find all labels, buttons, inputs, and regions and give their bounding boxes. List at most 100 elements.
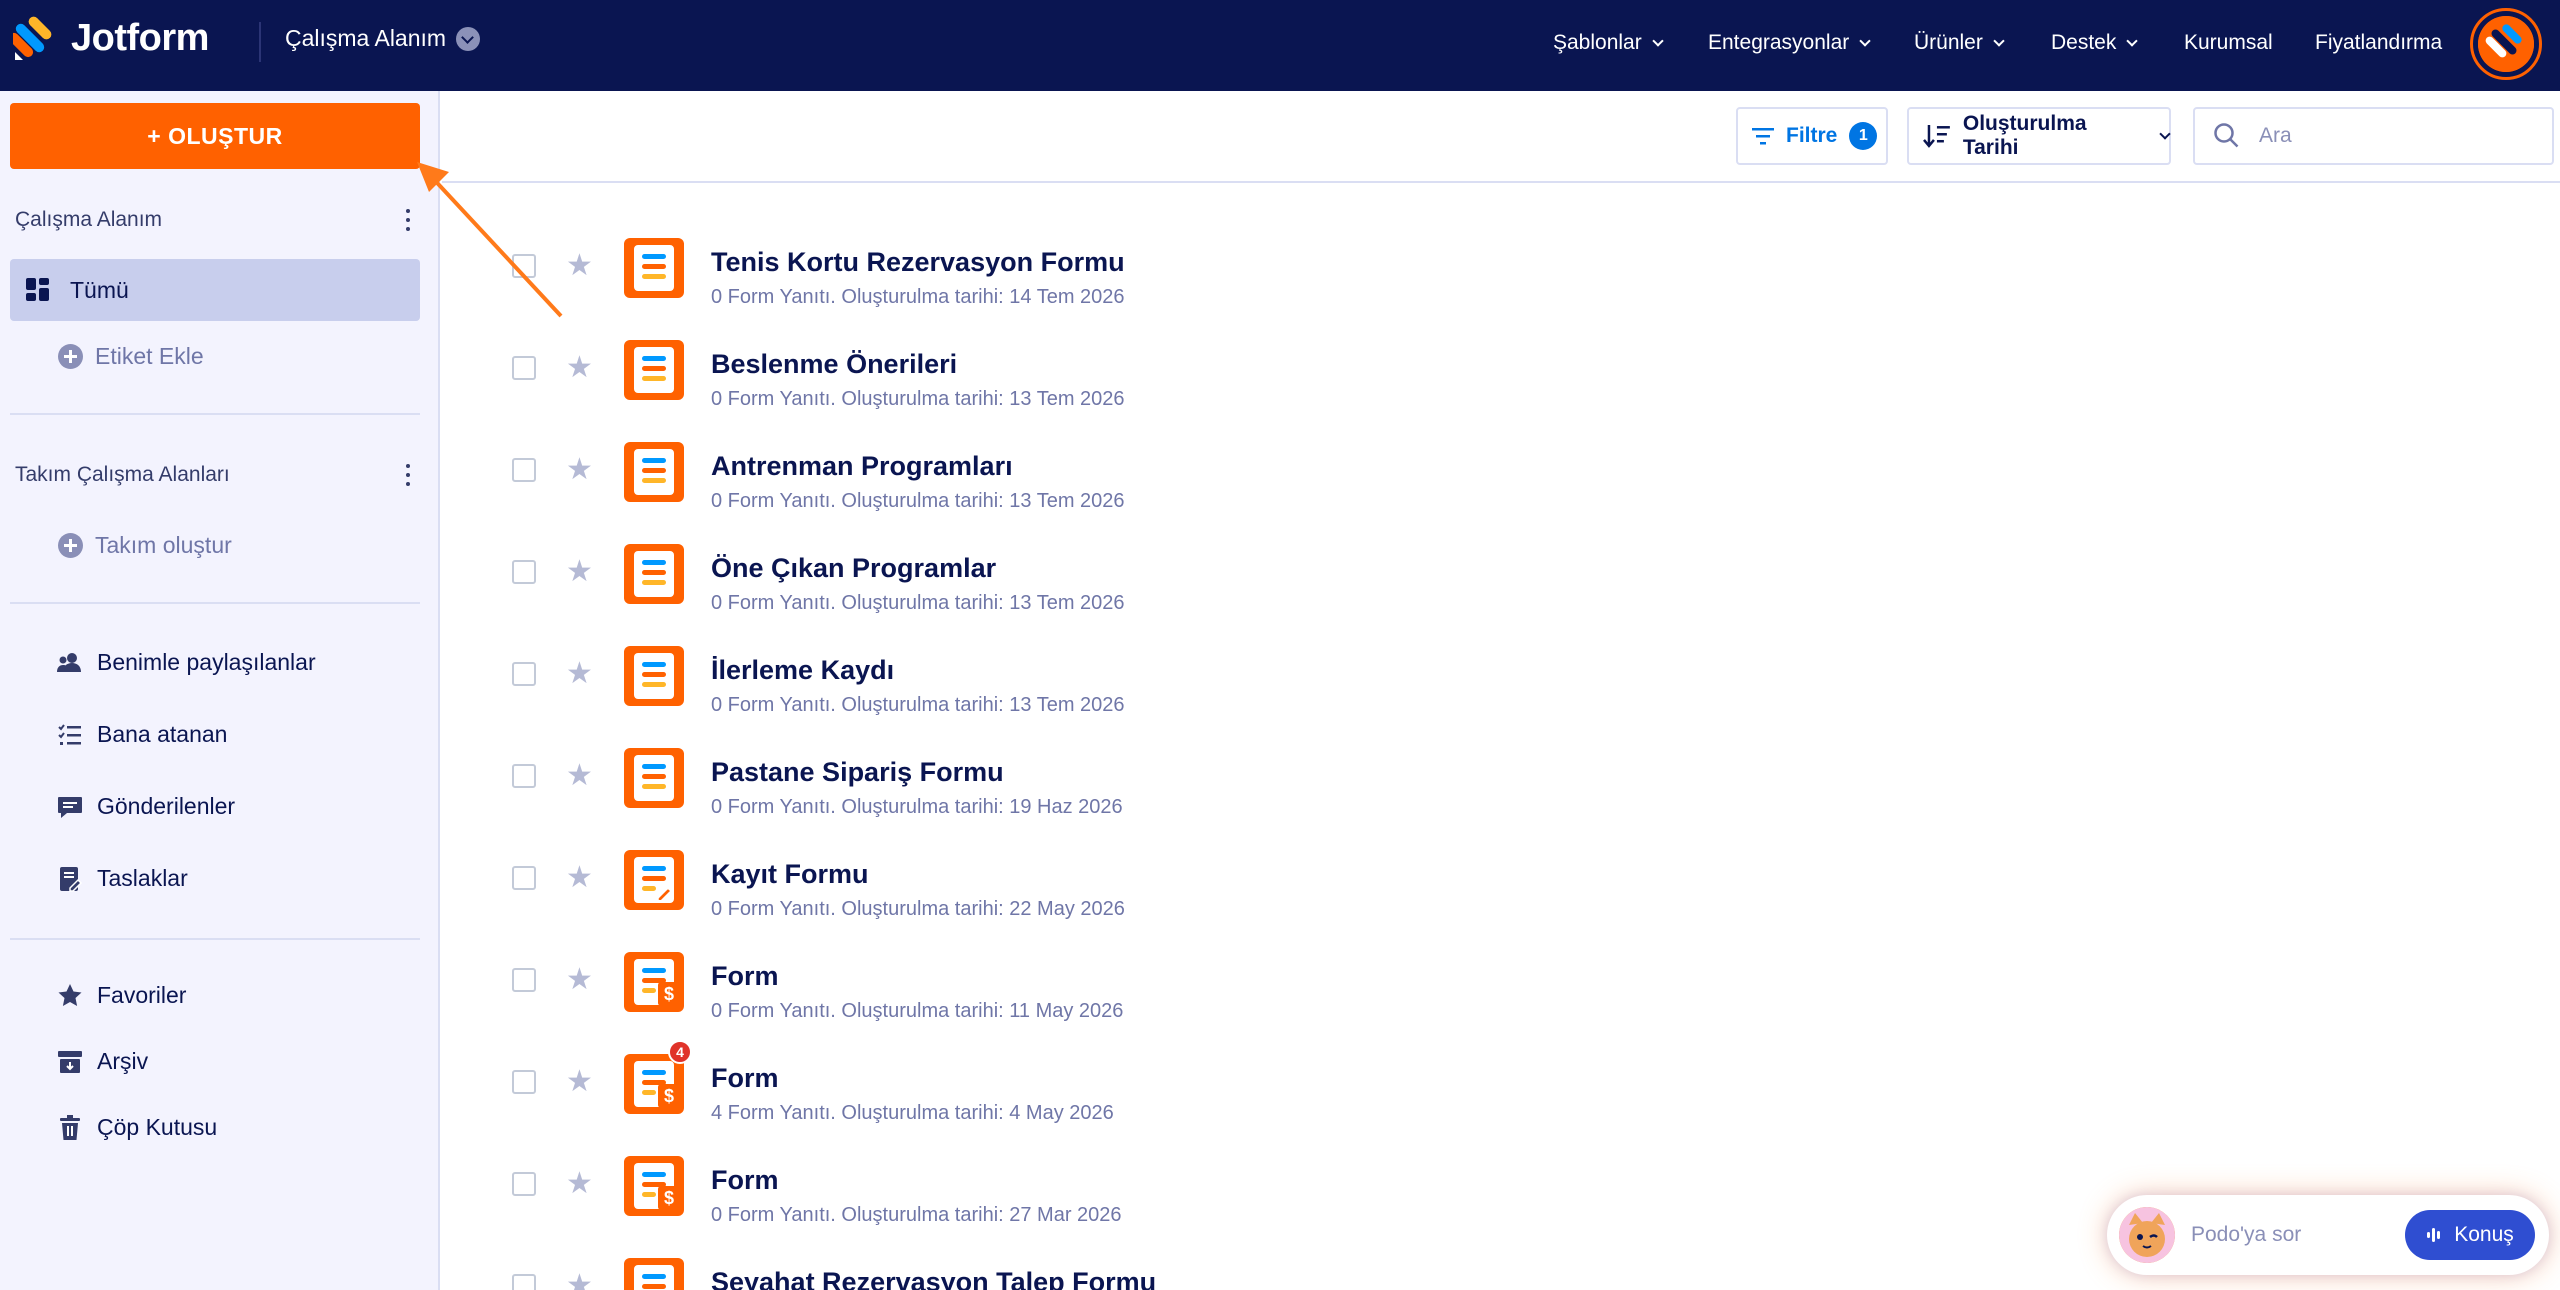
jotform-logo[interactable]: Jotform [13,16,209,60]
form-subtitle: 0 Form Yanıtı. Oluşturulma tarihi: 14 Te… [711,286,1125,308]
form-title[interactable]: Kayıt Formu [711,859,869,890]
sidebar-item-trash[interactable]: Çöp Kutusu [57,1114,217,1141]
nav-divider [259,22,261,62]
users-icon [57,652,81,672]
form-row[interactable]: ★ Antrenman Programları 0 Form Yanıtı. O… [442,423,2242,525]
nav-products[interactable]: Ürünler [1914,31,2005,55]
submission-count-badge: 4 [668,1040,692,1064]
form-title[interactable]: Antrenman Programları [711,451,1013,482]
sidebar-item-drafts-label: Taslaklar [97,865,188,891]
form-title[interactable]: Form [711,1165,779,1196]
sidebar-item-all[interactable]: Tümü [10,259,420,321]
create-team-button[interactable]: Takım oluştur [58,532,232,559]
sidebar-item-sent[interactable]: Gönderilenler [57,793,235,820]
form-title[interactable]: Tenis Kortu Rezervasyon Formu [711,247,1125,278]
form-icon [624,442,684,502]
form-title[interactable]: Beslenme Önerileri [711,349,957,380]
divider [10,938,420,940]
row-checkbox[interactable] [512,1070,536,1094]
form-row[interactable]: ★ Öne Çıkan Programlar 0 Form Yanıtı. Ol… [442,525,2242,627]
search-input[interactable]: Ara [2193,107,2554,165]
search-placeholder: Ara [2259,124,2292,147]
favorite-star-icon[interactable]: ★ [566,353,596,383]
divider [10,413,420,415]
favorite-star-icon[interactable]: ★ [566,455,596,485]
row-checkbox[interactable] [512,1172,536,1196]
trash-icon [60,1114,80,1140]
row-checkbox[interactable] [512,662,536,686]
top-navigation: Jotform Çalışma Alanım Şablonlar Entegra… [0,0,2560,91]
podo-chat-widget[interactable]: Podo'ya sor Konuş [2107,1195,2549,1275]
nav-support[interactable]: Destek [2051,31,2139,55]
form-title[interactable]: Form [711,961,779,992]
add-tag-button[interactable]: Etiket Ekle [58,343,204,370]
workspace-switcher[interactable]: Çalışma Alanım [285,25,481,52]
create-button[interactable]: + OLUŞTUR [10,103,420,169]
row-checkbox[interactable] [512,458,536,482]
row-checkbox[interactable] [512,1274,536,1290]
favorite-star-icon[interactable]: ★ [566,761,596,791]
nav-integrations-label: Entegrasyonlar [1708,31,1850,54]
add-tag-label: Etiket Ekle [95,343,204,369]
sidebar-item-archive[interactable]: Arşiv [57,1048,148,1075]
avatar-icon [2478,16,2534,72]
form-row[interactable]: ★ $ Form 0 Form Yanıtı. Oluşturulma tari… [442,1137,2242,1239]
form-row[interactable]: ★ Pastane Sipariş Formu 0 Form Yanıtı. O… [442,729,2242,831]
row-checkbox[interactable] [512,968,536,992]
sidebar-item-shared[interactable]: Benimle paylaşılanlar [57,649,316,676]
favorite-star-icon[interactable]: ★ [566,659,596,689]
form-title[interactable]: Seyahat Rezervasyon Talep Formu [711,1267,1156,1290]
form-row[interactable]: ★ Seyahat Rezervasyon Talep Formu [442,1239,2242,1290]
form-subtitle: 0 Form Yanıtı. Oluşturulma tarihi: 22 Ma… [711,898,1125,920]
form-title[interactable]: Form [711,1063,779,1094]
nav-pricing[interactable]: Fiyatlandırma [2315,31,2442,55]
grid-icon [26,278,49,301]
favorite-star-icon[interactable]: ★ [566,1169,596,1199]
sidebar-item-all-label: Tümü [70,276,129,303]
form-icon [624,748,684,808]
filter-button[interactable]: Filtre 1 [1736,107,1888,165]
favorite-star-icon[interactable]: ★ [566,1271,596,1290]
favorite-star-icon[interactable]: ★ [566,557,596,587]
favorite-star-icon[interactable]: ★ [566,1067,596,1097]
list-toolbar: Filtre 1 Oluşturulma Tarihi Ara [442,91,2560,183]
row-checkbox[interactable] [512,356,536,380]
form-title[interactable]: Pastane Sipariş Formu [711,757,1004,788]
row-checkbox[interactable] [512,560,536,584]
row-checkbox[interactable] [512,764,536,788]
favorite-star-icon[interactable]: ★ [566,863,596,893]
nav-enterprise[interactable]: Kurumsal [2184,31,2273,55]
plus-circle-icon [58,533,83,558]
podo-input-placeholder[interactable]: Podo'ya sor [2191,1223,2301,1247]
sidebar-item-drafts[interactable]: Taslaklar [57,865,188,892]
form-title[interactable]: Öne Çıkan Programlar [711,553,996,584]
form-row[interactable]: ★ Beslenme Önerileri 0 Form Yanıtı. Oluş… [442,321,2242,423]
sort-dropdown[interactable]: Oluşturulma Tarihi [1907,107,2171,165]
form-row[interactable]: ★ $ 4 Form 4 Form Yanıtı. Oluşturulma ta… [442,1035,2242,1137]
form-row[interactable]: ★ $ Form 0 Form Yanıtı. Oluşturulma tari… [442,933,2242,1035]
form-icon [624,646,684,706]
message-icon [58,796,82,818]
nav-integrations[interactable]: Entegrasyonlar [1708,31,1871,55]
form-row[interactable]: ★ Kayıt Formu 0 Form Yanıtı. Oluşturulma… [442,831,2242,933]
form-row[interactable]: ★ İlerleme Kaydı 0 Form Yanıtı. Oluşturu… [442,627,2242,729]
sort-icon [1923,125,1950,148]
nav-templates[interactable]: Şablonlar [1553,31,1664,55]
favorite-star-icon[interactable]: ★ [566,965,596,995]
archive-icon [58,1050,82,1073]
chevron-down-icon [2126,34,2139,47]
form-subtitle: 0 Form Yanıtı. Oluşturulma tarihi: 13 Te… [711,490,1125,512]
sidebar-item-archive-label: Arşiv [97,1048,149,1074]
talk-button[interactable]: Konuş [2405,1210,2535,1260]
user-avatar[interactable] [2470,8,2542,80]
sidebar-item-assigned[interactable]: Bana atanan [57,721,227,748]
sidebar-item-favorites[interactable]: Favoriler [57,982,186,1009]
form-subtitle: 0 Form Yanıtı. Oluşturulma tarihi: 27 Ma… [711,1204,1122,1226]
more-options-icon[interactable] [406,464,410,486]
row-checkbox[interactable] [512,866,536,890]
pointer-arrow-annotation [417,162,563,318]
form-row[interactable]: ★ Tenis Kortu Rezervasyon Formu 0 Form Y… [442,219,2242,321]
sidebar-item-assigned-label: Bana atanan [97,721,228,747]
form-title[interactable]: İlerleme Kaydı [711,655,894,686]
plus-circle-icon [58,344,83,369]
